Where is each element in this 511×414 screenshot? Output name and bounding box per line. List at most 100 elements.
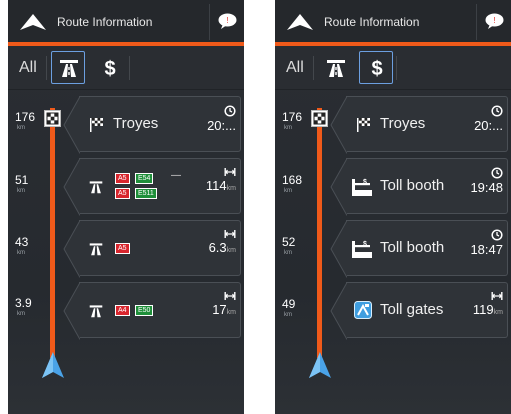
event-metric: 20:... [453,105,503,135]
highway-icon [327,60,345,77]
message-bubble-icon: ! [485,13,504,29]
filter-divider [129,56,130,80]
distance-icon [491,292,503,300]
card-pointer [330,96,347,154]
navigation-logo-icon[interactable] [20,14,46,30]
svg-text:$: $ [371,58,382,79]
road-number-badge: A4 [115,305,130,316]
event-metric: 20:... [186,105,236,135]
event-metric: 18:47 [453,229,503,259]
card-pointer [63,282,80,340]
clock-icon [491,229,503,241]
page-title: Route Information [324,15,420,29]
checkered-flag-icon [90,118,103,132]
filter-divider [313,56,314,80]
page-title: Route Information [57,15,153,29]
card-pointer [63,220,80,278]
distance-icon [224,168,236,176]
event-metric: 19:48 [453,167,503,197]
destination-flag-marker [311,110,328,127]
card-pointer [330,158,347,216]
road-number-badge: E511 [135,188,157,199]
checkered-flag-icon [313,112,326,125]
destination-flag-marker [44,110,61,127]
event-metric: 119km [453,291,503,319]
top-bar: Route Information ! [275,0,511,42]
message-button[interactable]: ! [209,4,244,40]
svg-text:!: ! [226,16,228,25]
filter-bar: All $ [275,46,511,90]
event-metric: 114km [186,167,236,195]
route-event-card-toll[interactable]: $ Toll booth 18:47 [330,220,508,278]
current-position-arrow-icon [42,352,64,378]
road-number-badge: A5 [115,173,130,184]
route-event-card-highway[interactable]: A5 E54 — A5 E511 114km [63,158,241,216]
checkered-flag-icon [46,112,59,125]
toll-gates-icon [354,301,372,319]
distance-label: 49 km [282,297,296,318]
route-event-card-highway[interactable]: A4 E50 17km [63,282,241,340]
card-pointer [330,282,347,340]
message-bubble-icon: ! [218,13,237,29]
highway-icon [89,243,103,256]
current-position-arrow-icon [309,352,331,378]
distance-icon [224,230,236,238]
route-event-card-toll[interactable]: $ Toll booth 19:48 [330,158,508,216]
dollar-icon: $ [371,58,382,79]
event-label: Toll booth [380,239,445,256]
filter-tab-toll[interactable]: $ [359,51,393,84]
card-pointer [330,220,347,278]
filter-tab-highway[interactable] [318,51,352,84]
distance-label: 43 km [15,235,29,256]
message-button[interactable]: ! [476,4,511,40]
distance-label: 168 km [282,173,303,194]
dollar-icon: $ [104,58,115,79]
clock-icon [491,167,503,179]
filter-tab-all[interactable]: All [281,51,311,84]
toll-booth-icon: $ [352,179,372,196]
toll-booth-icon: $ [352,241,372,258]
svg-text:$: $ [104,58,115,79]
filter-tab-all-label: All [19,59,37,76]
route-progress-bar [317,108,322,358]
road-number-badge: E54 [135,173,154,184]
card-pointer [63,158,80,216]
route-info-screen-all: Route Information ! All $ 176 km 51 km 4… [8,0,244,414]
route-event-card-toll[interactable]: Toll gates 119km [330,282,508,340]
top-bar: Route Information ! [8,0,244,42]
route-event-card-destination[interactable]: Troyes 20:... [63,96,241,154]
filter-tab-highway[interactable] [51,51,85,84]
event-label: Troyes [113,115,159,132]
filter-divider [396,56,397,80]
event-metric: 17km [186,291,236,319]
event-label: Toll gates [380,301,444,318]
svg-text:$: $ [363,241,367,248]
road-number-badge: A5 [115,243,130,254]
event-metric: 6.3km [186,229,236,257]
distance-label: 176 km [282,110,303,131]
distance-label: 51 km [15,173,29,194]
distance-icon [224,292,236,300]
clock-icon [224,105,236,117]
highway-icon [60,60,78,77]
card-pointer [63,96,80,154]
distance-label: 52 km [282,235,296,256]
svg-text:!: ! [493,16,495,25]
filter-tab-toll[interactable]: $ [92,51,126,84]
route-event-card-highway[interactable]: A5 6.3km [63,220,241,278]
route-progress-bar [50,108,55,358]
route-info-screen-toll: Route Information ! All $ 176 km 168 km … [275,0,511,414]
road-number-badge: A5 [115,188,130,199]
road-separator-dash: — [171,170,181,181]
route-event-card-destination[interactable]: Troyes 20:... [330,96,508,154]
filter-tab-all-label: All [286,59,304,76]
checkered-flag-icon [357,118,370,132]
road-number-badge: E50 [135,305,154,316]
filter-tab-all[interactable]: All [14,51,44,84]
svg-text:$: $ [363,179,367,186]
distance-label: 3.9 km [15,296,32,317]
distance-label: 176 km [15,110,36,131]
navigation-logo-icon[interactable] [287,14,313,30]
event-label: Toll booth [380,177,445,194]
highway-icon [89,181,103,194]
